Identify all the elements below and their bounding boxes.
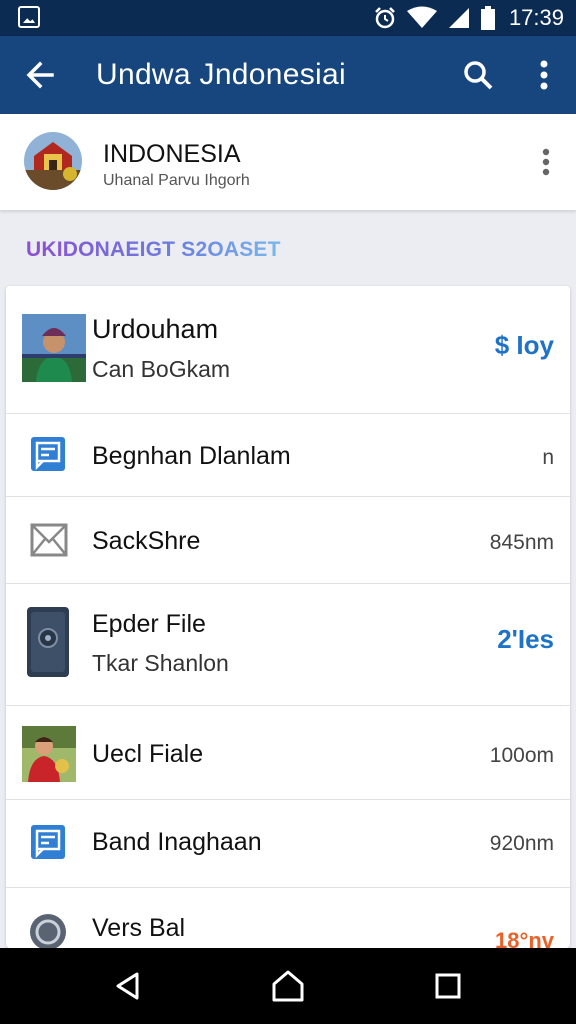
list-item-meta: 2'Ies: [497, 624, 554, 654]
section-header: UKIDONAEIGT S2OASET: [26, 238, 281, 261]
list-item[interactable]: Begnhan Dlanlam n: [6, 414, 570, 497]
person-photo-red: [22, 726, 76, 787]
profile-subtitle: Uhanal Parvu Ihgorh: [103, 172, 250, 189]
file-list: Urdouham Can BoGkam $ Ioy Begnhan Dlanla…: [6, 286, 570, 948]
list-item-meta: 920nm: [489, 832, 554, 855]
envelope-icon: [30, 523, 68, 562]
avatar: [24, 132, 82, 190]
signal-icon: [448, 8, 469, 28]
list-item[interactable]: Band Inaghaan 920nm: [6, 800, 570, 888]
list-item-title: Uecl Fiale: [92, 740, 204, 768]
list-item-meta: 18°nv: [495, 928, 554, 948]
circle-grey-icon: [28, 912, 68, 948]
list-item-subtitle: Can BoGkam: [92, 356, 231, 382]
status-bar: 17:39: [0, 0, 576, 36]
gallery-icon: [18, 6, 40, 28]
list-item-meta: $ Ioy: [494, 330, 554, 360]
battery-icon: [480, 6, 495, 30]
nav-back-icon[interactable]: [108, 966, 148, 1006]
system-nav-bar: [0, 948, 576, 1024]
blue-document-icon: [30, 824, 66, 865]
alarm-icon: [375, 7, 395, 29]
nav-home-icon[interactable]: [268, 966, 308, 1006]
more-vert-icon[interactable]: [530, 142, 562, 182]
phone-device-icon: [26, 606, 70, 683]
list-item-meta: 845nm: [489, 531, 554, 554]
status-time: 17:39: [508, 5, 564, 30]
list-item-title: Vers Bal: [92, 914, 186, 942]
wifi-icon: [406, 6, 437, 28]
list-item[interactable]: Urdouham Can BoGkam $ Ioy: [6, 286, 570, 414]
app-bar: Undwa Jndonesiai: [0, 36, 576, 114]
list-item-meta: n: [542, 446, 554, 469]
profile-name: INDONESIA: [103, 140, 241, 168]
page-title: Undwa Jndonesiai: [96, 58, 346, 91]
list-item[interactable]: Epder File Tkar Shanlon 2'Ies: [6, 584, 570, 706]
list-item[interactable]: Vers Bal 18°nv: [6, 888, 570, 948]
list-item-title: Epder File: [92, 610, 206, 638]
list-item-title: SackShre: [92, 527, 201, 555]
list-item-title: Begnhan Dlanlam: [92, 442, 291, 470]
search-icon[interactable]: [458, 55, 498, 95]
list-item-title: Band Inaghaan: [92, 828, 262, 856]
profile-header[interactable]: INDONESIA Uhanal Parvu Ihgorh: [0, 114, 576, 210]
list-item-subtitle: Tkar Shanlon: [92, 650, 229, 676]
list-item-title: Urdouham: [92, 314, 219, 344]
list-item[interactable]: SackShre 845nm: [6, 497, 570, 584]
back-arrow-icon[interactable]: [20, 55, 60, 95]
blue-document-icon: [30, 436, 66, 477]
person-photo: [22, 314, 86, 387]
list-item[interactable]: Uecl Fiale 100om: [6, 706, 570, 800]
list-item-meta: 100om: [489, 744, 554, 767]
nav-recents-icon[interactable]: [428, 966, 468, 1006]
more-vert-icon[interactable]: [526, 55, 562, 95]
